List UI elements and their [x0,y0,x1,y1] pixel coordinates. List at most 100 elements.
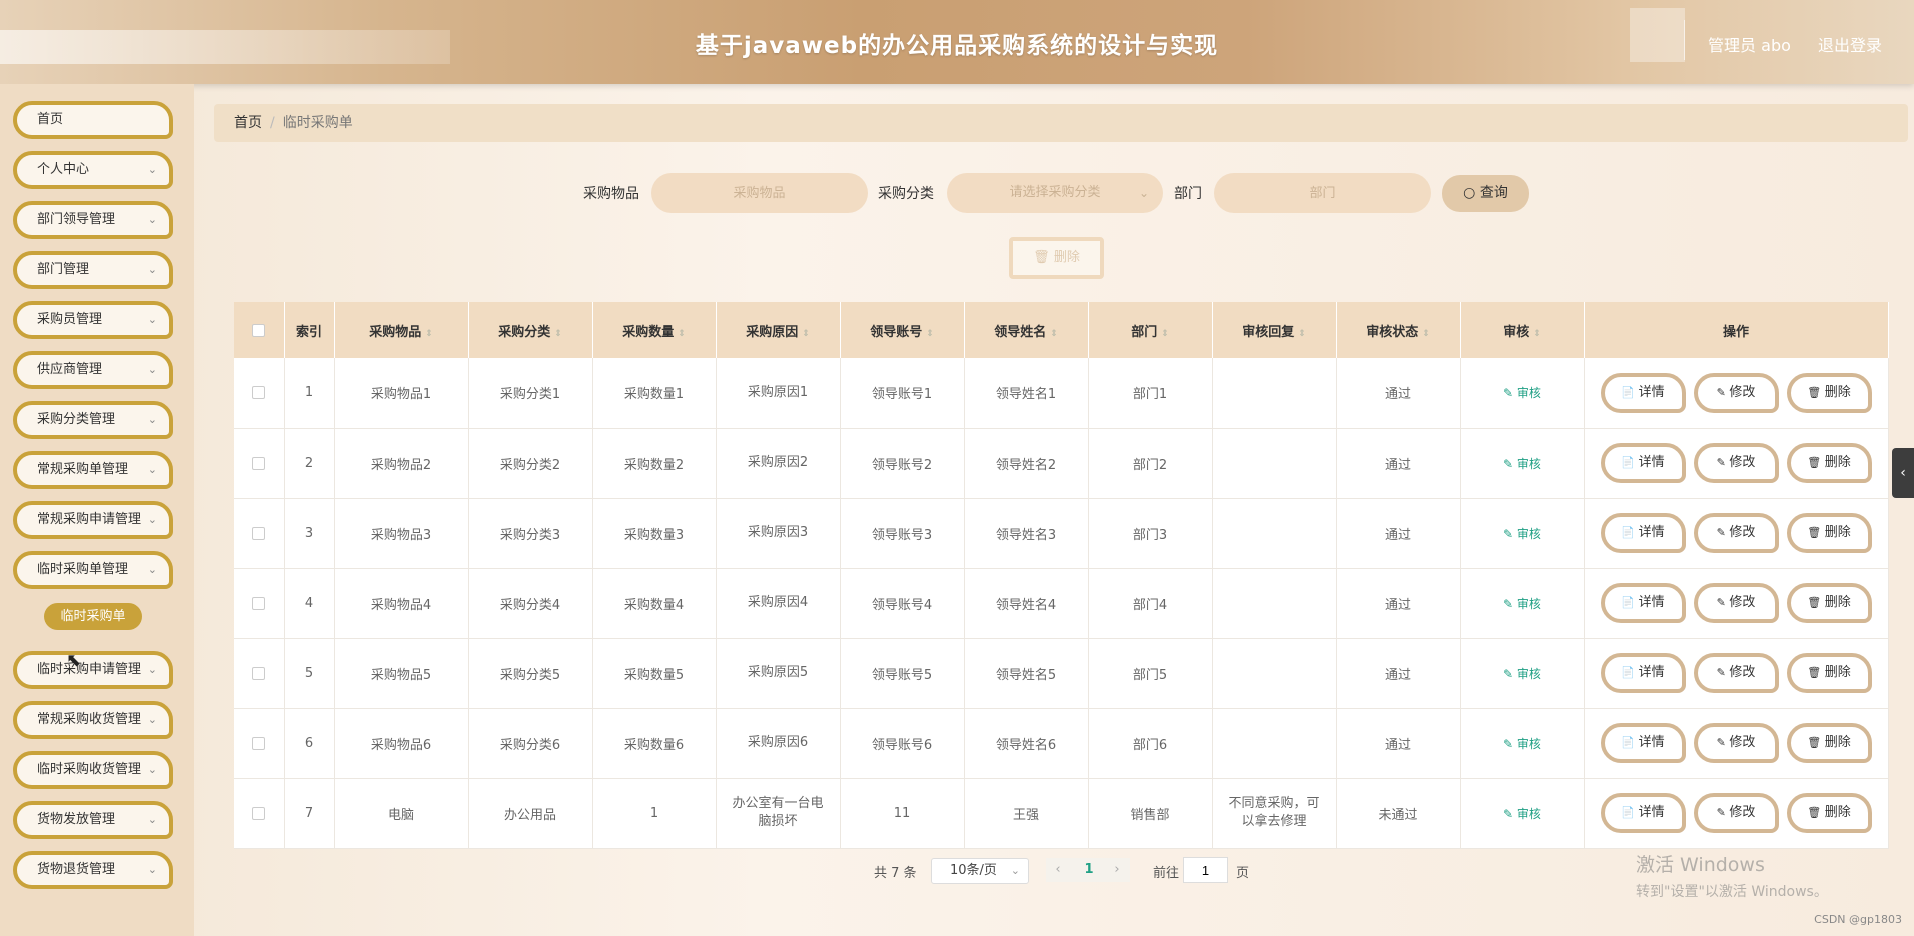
audit-link[interactable]: ✎ 审核 [1503,597,1541,611]
detail-button[interactable]: 📄 详情 [1600,443,1686,483]
delete-button[interactable]: 🗑 删除 [1786,653,1872,693]
column-header[interactable]: 采购物品 ⇕ [334,302,469,358]
collapse-panel-tab[interactable]: ‹ [1892,448,1914,498]
detail-button[interactable]: 📄 详情 [1600,723,1686,763]
row-checkbox[interactable] [252,456,266,470]
sort-icon[interactable]: ⇕ [425,329,433,339]
sort-icon[interactable]: ⇕ [1533,329,1541,339]
column-header[interactable]: 审核状态 ⇕ [1336,302,1461,358]
delete-button[interactable]: 🗑 删除 [1786,583,1872,623]
delete-button[interactable]: 🗑 删除 [1786,513,1872,553]
sidebar-item-label: 部门领导管理 [37,212,116,227]
column-header[interactable]: 领导姓名 ⇕ [964,302,1089,358]
sort-icon[interactable]: ⇕ [1298,329,1306,339]
sidebar-item[interactable]: 供应商管理 ⌄ [13,351,173,389]
row-checkbox[interactable] [252,666,266,680]
item-search-input[interactable] [651,173,868,213]
row-checkbox[interactable] [252,736,266,750]
logout-link[interactable]: 退出登录 [1818,36,1882,55]
row-checkbox[interactable] [252,596,266,610]
delete-button[interactable]: 🗑 删除 [1786,443,1872,483]
sidebar-item[interactable]: 首页 [13,101,173,139]
column-header[interactable]: 审核回复 ⇕ [1212,302,1337,358]
breadcrumb-current: 临时采购单 [282,115,353,131]
column-header-label: 审核回复 [1242,324,1295,340]
delete-button[interactable]: 🗑 删除 [1786,793,1872,833]
sidebar-item[interactable]: 货物发放管理 ⌄ [13,801,173,839]
audit-link[interactable]: ✎ 审核 [1503,807,1541,821]
trash-icon: 🗑 [1807,736,1825,749]
detail-button[interactable]: 📄 详情 [1600,793,1686,833]
sidebar-subitem-temp-purchase-order[interactable]: 临时采购单 [44,603,142,630]
sidebar-item[interactable]: 货物退货管理 ⌄ [13,851,173,889]
edit-button[interactable]: ✎ 修改 [1693,653,1779,693]
sidebar-item[interactable]: 常规采购收货管理 ⌄ [13,701,173,739]
chevron-down-icon: ⌄ [147,313,157,326]
audit-link-label: 审核 [1516,386,1541,401]
detail-button[interactable]: 📄 详情 [1600,653,1686,693]
audit-cell: ✎ 审核 [1460,568,1585,639]
audit-link[interactable]: ✎ 审核 [1503,527,1541,541]
detail-button[interactable]: 📄 详情 [1600,513,1686,553]
edit-button[interactable]: ✎ 修改 [1693,372,1779,413]
select-all-checkbox[interactable] [252,323,266,337]
table-cell-idx: 2 [284,428,335,499]
sort-icon[interactable]: ⇕ [554,329,562,339]
sidebar-item[interactable]: 部门领导管理 ⌄ [13,201,173,239]
sort-icon[interactable]: ⇕ [678,329,686,339]
page-number-current[interactable]: 1 [1080,858,1098,882]
page-size-select[interactable]: 10条/页 ⌄ [931,858,1029,884]
column-header[interactable]: 审核 ⇕ [1460,302,1585,358]
next-page-button[interactable]: › [1107,858,1127,882]
sidebar-item[interactable]: 临时采购申请管理 ⌄ [13,651,173,689]
prev-page-button[interactable]: ‹ [1048,858,1068,882]
column-header[interactable]: 采购原因 ⇕ [716,302,841,358]
audit-link[interactable]: ✎ 审核 [1503,667,1541,681]
category-select[interactable]: 请选择采购分类 ⌄ [947,173,1163,213]
sort-icon[interactable]: ⇕ [1422,329,1430,339]
sidebar-item[interactable]: 常规采购申请管理 ⌄ [13,501,173,539]
sort-icon[interactable]: ⇕ [1050,329,1058,339]
row-checkbox[interactable] [252,526,266,540]
detail-button[interactable]: 📄 详情 [1600,583,1686,623]
sort-icon[interactable]: ⇕ [1161,329,1169,339]
sidebar-item[interactable]: 临时采购收货管理 ⌄ [13,751,173,789]
audit-link[interactable]: ✎ 审核 [1503,737,1541,751]
sidebar-item[interactable]: 临时采购单管理 ⌄ [13,551,173,589]
edit-button[interactable]: ✎ 修改 [1693,513,1779,553]
column-header[interactable]: 操作 [1584,302,1889,358]
audit-cell: ✎ 审核 [1460,498,1585,569]
sidebar-item[interactable]: 部门管理 ⌄ [13,251,173,289]
row-checkbox[interactable] [252,806,266,820]
batch-delete-button[interactable]: 🗑 删除 [1009,237,1104,279]
column-header[interactable]: 索引 [284,302,335,358]
table-cell-leader: 领导姓名6 [964,708,1089,779]
audit-link[interactable]: ✎ 审核 [1503,457,1541,471]
column-header-label: 采购分类 [498,324,551,340]
goto-page-input[interactable] [1183,857,1228,883]
edit-button[interactable]: ✎ 修改 [1693,443,1779,483]
sidebar-item[interactable]: 采购分类管理 ⌄ [13,401,173,439]
sidebar-item[interactable]: 个人中心 ⌄ [13,151,173,189]
detail-button[interactable]: 📄 详情 [1600,372,1686,413]
column-header[interactable]: 领导账号 ⇕ [840,302,965,358]
sort-icon[interactable]: ⇕ [802,329,810,339]
query-button[interactable]: ○ 查询 [1442,175,1529,212]
edit-button[interactable]: ✎ 修改 [1693,793,1779,833]
sidebar-item-label: 首页 [37,112,64,127]
column-header[interactable]: 采购分类 ⇕ [468,302,593,358]
dept-search-input[interactable] [1214,173,1431,213]
column-header[interactable]: 部门 ⇕ [1088,302,1213,358]
sort-icon[interactable]: ⇕ [926,329,934,339]
sidebar-item[interactable]: 常规采购单管理 ⌄ [13,451,173,489]
breadcrumb-home[interactable]: 首页 [234,115,262,131]
row-checkbox[interactable] [252,386,266,400]
sidebar-item[interactable]: 采购员管理 ⌄ [13,301,173,339]
delete-button[interactable]: 🗑 删除 [1786,372,1872,413]
edit-button[interactable]: ✎ 修改 [1693,583,1779,623]
edit-button[interactable]: ✎ 修改 [1693,723,1779,763]
operations-cell: 📄 详情 ✎ 修改 🗑 删除 [1584,428,1889,499]
column-header[interactable]: 采购数量 ⇕ [592,302,717,358]
delete-button[interactable]: 🗑 删除 [1786,723,1872,763]
audit-link[interactable]: ✎ 审核 [1503,386,1541,400]
